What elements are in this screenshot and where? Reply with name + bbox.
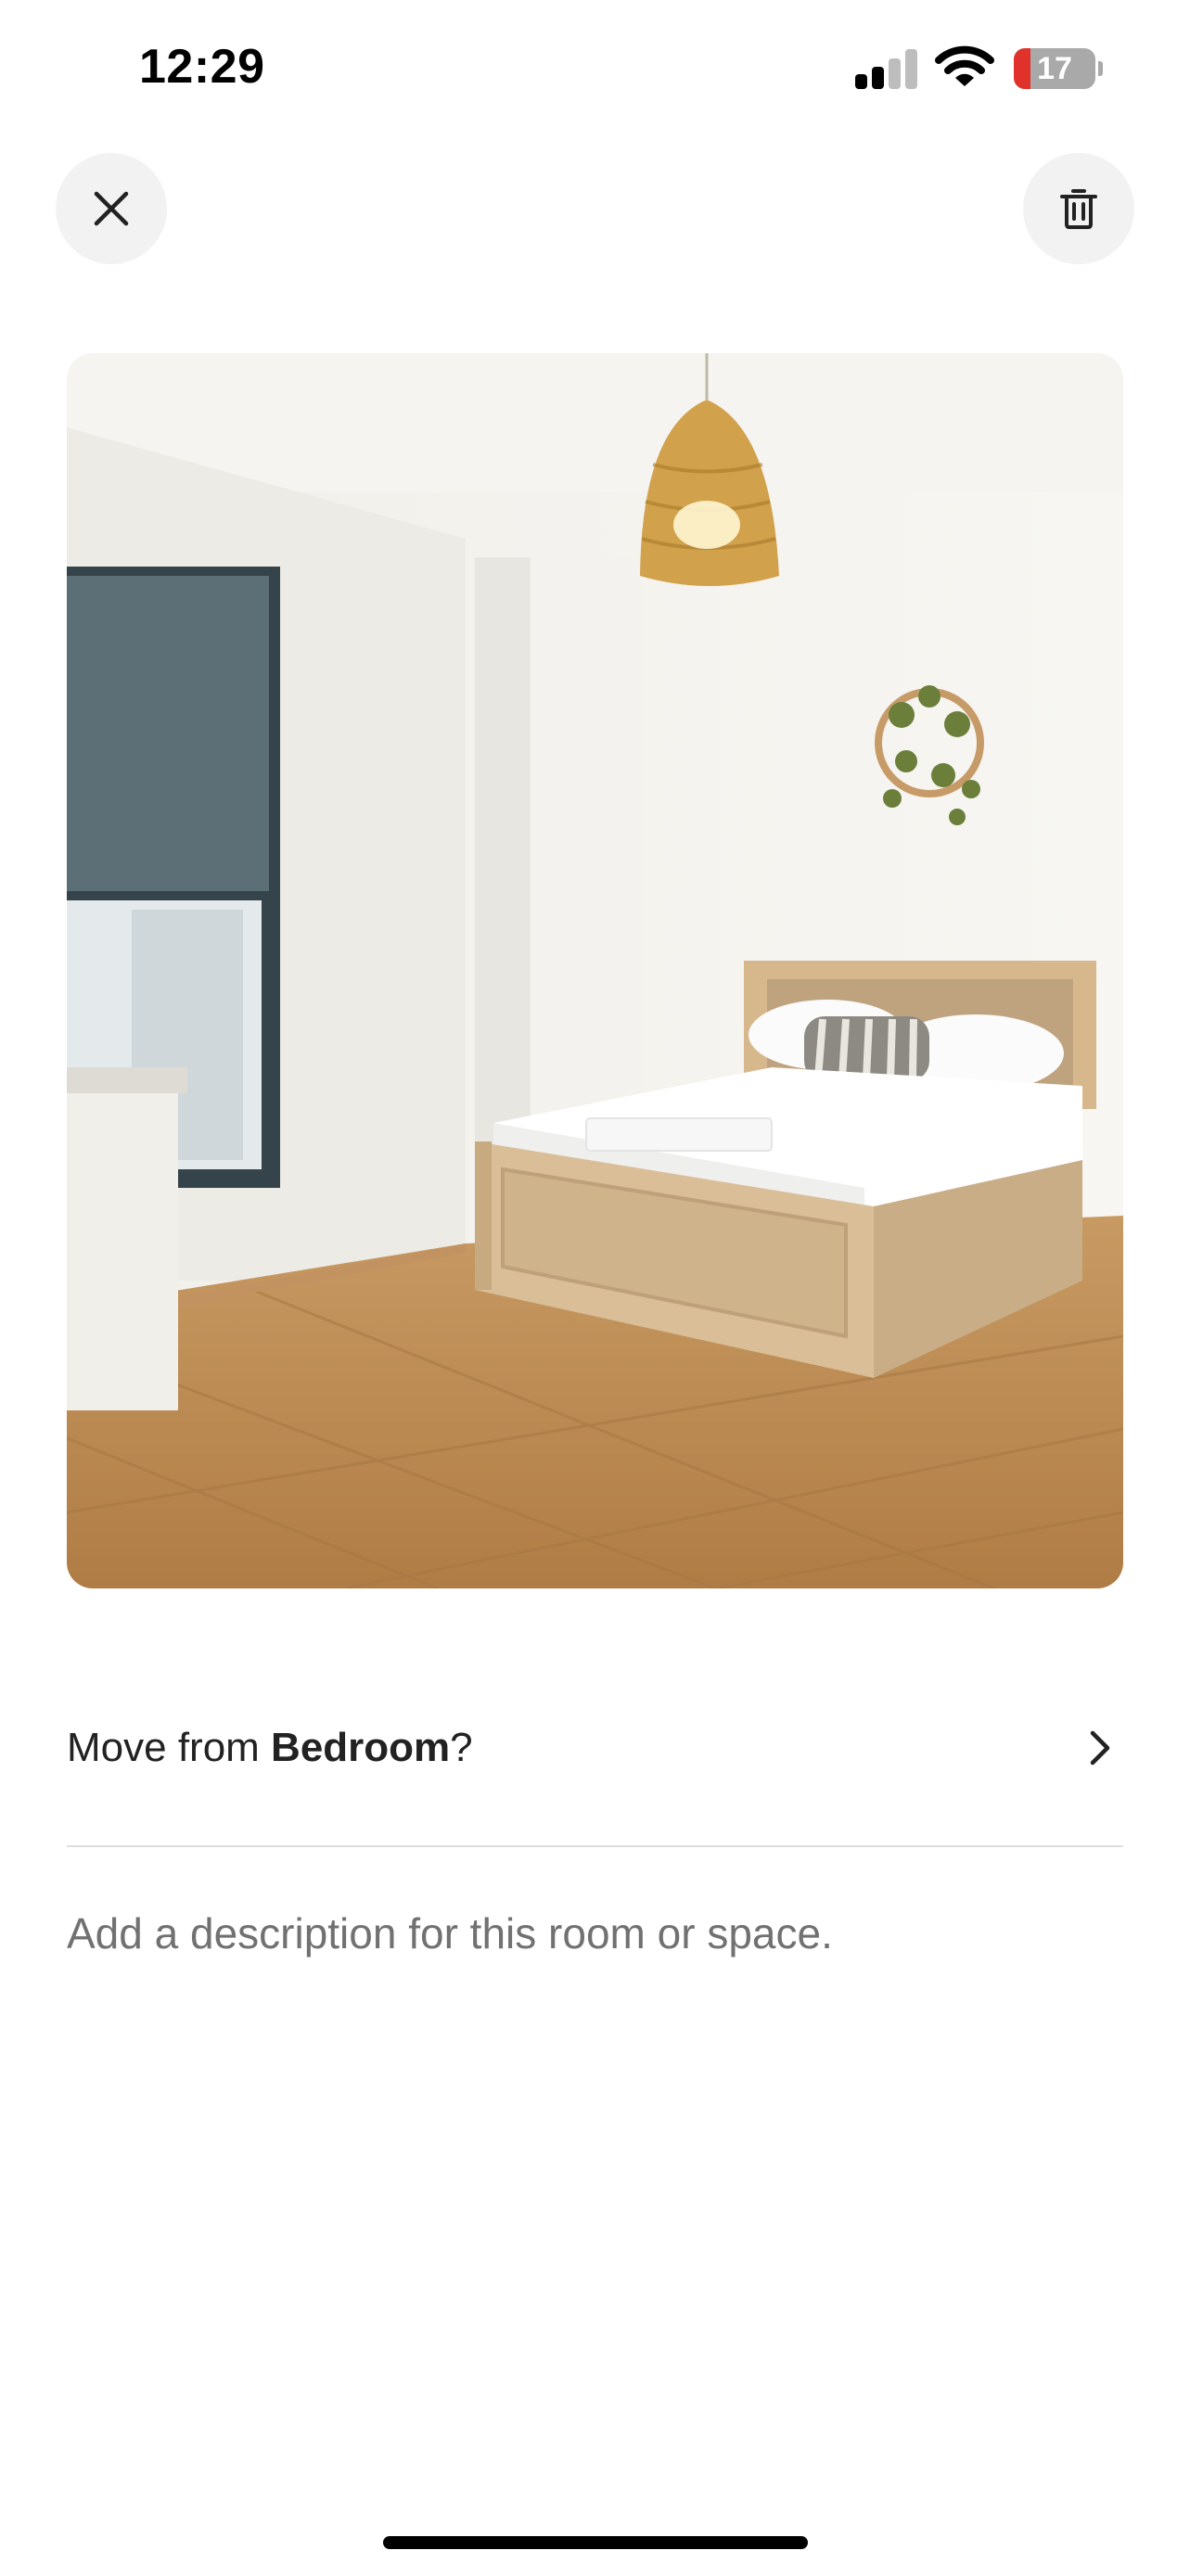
description-input[interactable]: Add a description for this room or space… bbox=[67, 1908, 1123, 1958]
current-room-name: Bedroom bbox=[271, 1725, 451, 1770]
status-bar: 12:29 17 bbox=[0, 0, 1190, 139]
edit-photo-screen: 12:29 17 Move from Bedroom? Add a descri… bbox=[0, 0, 1190, 2576]
chevron-right-icon bbox=[1090, 1730, 1110, 1766]
close-button[interactable] bbox=[56, 153, 167, 264]
wifi-icon bbox=[935, 45, 994, 86]
room-photo[interactable] bbox=[67, 353, 1123, 1588]
delete-button[interactable] bbox=[1023, 153, 1134, 264]
cellular-signal-icon bbox=[855, 48, 918, 89]
divider bbox=[67, 1845, 1123, 1847]
move-room-text: Move from Bedroom? bbox=[67, 1725, 473, 1770]
bedroom-photo-illustration bbox=[67, 353, 1123, 1588]
battery-icon: 17 bbox=[1014, 48, 1095, 89]
close-icon bbox=[94, 191, 129, 226]
move-room-row[interactable]: Move from Bedroom? bbox=[67, 1697, 1123, 1799]
battery-cap bbox=[1098, 61, 1103, 76]
home-indicator[interactable] bbox=[383, 2536, 808, 2549]
status-time: 12:29 bbox=[139, 40, 265, 94]
battery-level: 17 bbox=[1037, 51, 1072, 86]
trash-icon bbox=[1060, 189, 1097, 229]
